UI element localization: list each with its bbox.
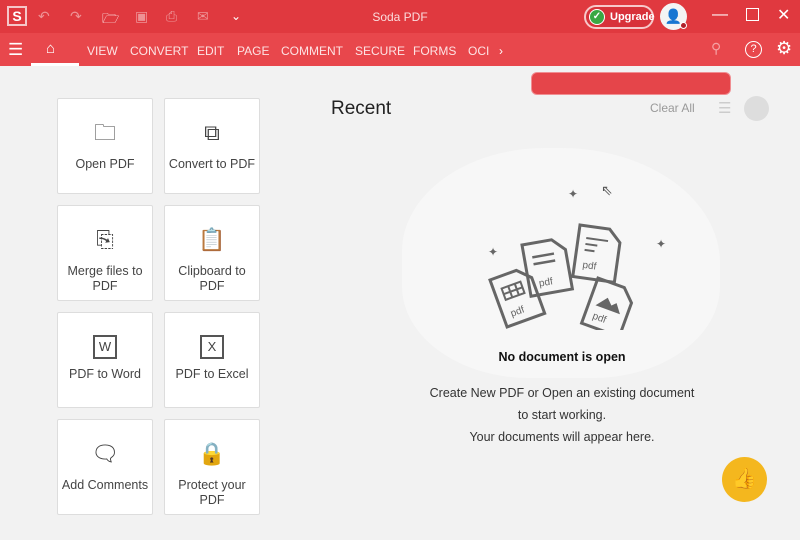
- tile-label: Add Comments: [61, 478, 149, 492]
- upgrade-label: Upgrade: [610, 11, 655, 23]
- tile-convert-to-pdf[interactable]: ⧉ Convert to PDF: [164, 98, 260, 194]
- tile-protect-your-pdf[interactable]: 🔒 Protect your PDF: [164, 419, 260, 515]
- gear-icon[interactable]: ⚙: [776, 38, 792, 59]
- tile-label: PDF to Excel: [175, 367, 249, 381]
- tile-merge-files-to-pdf[interactable]: ⎘ Merge files to PDF: [57, 205, 153, 301]
- check-icon: ✓: [589, 9, 605, 25]
- recent-title: Recent: [331, 98, 392, 119]
- search-input[interactable]: [531, 72, 731, 95]
- svg-text:pdf: pdf: [591, 311, 608, 326]
- save-icon[interactable]: ▣: [135, 8, 148, 25]
- tile-label: Merge files to PDF: [67, 264, 143, 293]
- mail-icon[interactable]: ✉: [197, 8, 209, 25]
- tab-view[interactable]: VIEW: [87, 44, 118, 58]
- tab-edit[interactable]: EDIT: [197, 44, 224, 58]
- clipboard-icon: 📋: [198, 227, 226, 252]
- empty-state-line2: to start working.: [517, 408, 607, 422]
- status-dot: [680, 22, 687, 29]
- empty-state-title: No document is open: [498, 350, 626, 364]
- app-logo[interactable]: S: [7, 6, 27, 26]
- tab-ocr[interactable]: OCI: [468, 44, 489, 58]
- clear-all-button[interactable]: Clear All: [650, 101, 695, 115]
- svg-text:pdf: pdf: [509, 304, 526, 319]
- svg-text:✦: ✦: [568, 187, 578, 201]
- comment-icon: 🗨: [91, 441, 119, 466]
- tile-add-comments[interactable]: 🗨 Add Comments: [57, 419, 153, 515]
- close-icon[interactable]: ✕: [777, 5, 790, 25]
- ribbon-nav: ☰ ⌂ VIEW CONVERT EDIT PAGE COMMENT SECUR…: [0, 33, 800, 95]
- convert-icon: ⧉: [204, 120, 220, 145]
- svg-text:pdf: pdf: [538, 276, 554, 289]
- tile-clipboard-to-pdf[interactable]: 📋 Clipboard to PDF: [164, 205, 260, 301]
- feedback-thumbs-up-button[interactable]: 👍: [722, 457, 767, 502]
- undo-icon[interactable]: ↶: [38, 8, 50, 25]
- account-avatar[interactable]: 👤: [660, 3, 687, 30]
- list-view-icon[interactable]: ☰: [718, 99, 731, 117]
- pdf-files-illustration: pdf pdf pdf pdf ✦ ✦ ✦: [488, 187, 666, 330]
- search-icon[interactable]: ⚲: [711, 40, 721, 57]
- print-icon[interactable]: ⎙: [166, 8, 177, 25]
- home-tab-indicator: [31, 63, 79, 66]
- tile-open-pdf[interactable]: 🗀 Open PDF: [57, 98, 153, 194]
- redo-icon[interactable]: ↷: [70, 8, 82, 25]
- empty-state-line1: Create New PDF or Open an existing docum…: [429, 386, 695, 400]
- user-icon: 👤: [664, 8, 683, 24]
- tile-label: Open PDF: [75, 157, 135, 171]
- tile-pdf-to-excel[interactable]: X PDF to Excel: [164, 312, 260, 408]
- grid-view-toggle[interactable]: [744, 96, 769, 121]
- empty-state-line3: Your documents will appear here.: [469, 430, 655, 444]
- tab-page[interactable]: PAGE: [237, 44, 269, 58]
- excel-icon: X: [200, 335, 224, 359]
- tile-label: Convert to PDF: [168, 157, 256, 171]
- help-icon[interactable]: ?: [745, 41, 762, 58]
- tile-pdf-to-word[interactable]: W PDF to Word: [57, 312, 153, 408]
- lock-icon: 🔒: [198, 441, 226, 466]
- home-icon[interactable]: ⌂: [46, 40, 55, 57]
- merge-icon: ⎘: [96, 227, 114, 252]
- tab-convert[interactable]: CONVERT: [130, 44, 188, 58]
- svg-text:✦: ✦: [656, 237, 666, 251]
- app-title: Soda PDF: [372, 10, 428, 24]
- chevron-right-icon[interactable]: ›: [499, 44, 503, 58]
- chevron-down-icon[interactable]: ⌄: [231, 9, 241, 23]
- upgrade-button[interactable]: ✓ Upgrade: [584, 5, 655, 29]
- tab-comment[interactable]: COMMENT: [281, 44, 343, 58]
- open-folder-icon[interactable]: 🗁: [102, 8, 119, 32]
- menu-icon[interactable]: ☰: [8, 40, 23, 60]
- word-icon: W: [93, 335, 117, 359]
- svg-text:✦: ✦: [488, 245, 498, 259]
- minimize-icon[interactable]: —: [712, 6, 728, 24]
- tile-label: Clipboard to PDF: [178, 264, 246, 293]
- tile-label: PDF to Word: [68, 367, 141, 381]
- title-bar: S ↶ ↷ 🗁 ▣ ⎙ ✉ ⌄ Soda PDF ✓ Upgrade 👤 — ✕: [0, 0, 800, 33]
- tile-label: Protect your PDF: [178, 478, 246, 507]
- tab-forms[interactable]: FORMS: [413, 44, 456, 58]
- folder-icon: 🗀: [93, 120, 116, 145]
- tab-secure[interactable]: SECURE: [355, 44, 405, 58]
- mouse-cursor-icon: ⇖: [601, 182, 613, 198]
- svg-text:pdf: pdf: [582, 260, 598, 273]
- maximize-icon[interactable]: [746, 8, 759, 21]
